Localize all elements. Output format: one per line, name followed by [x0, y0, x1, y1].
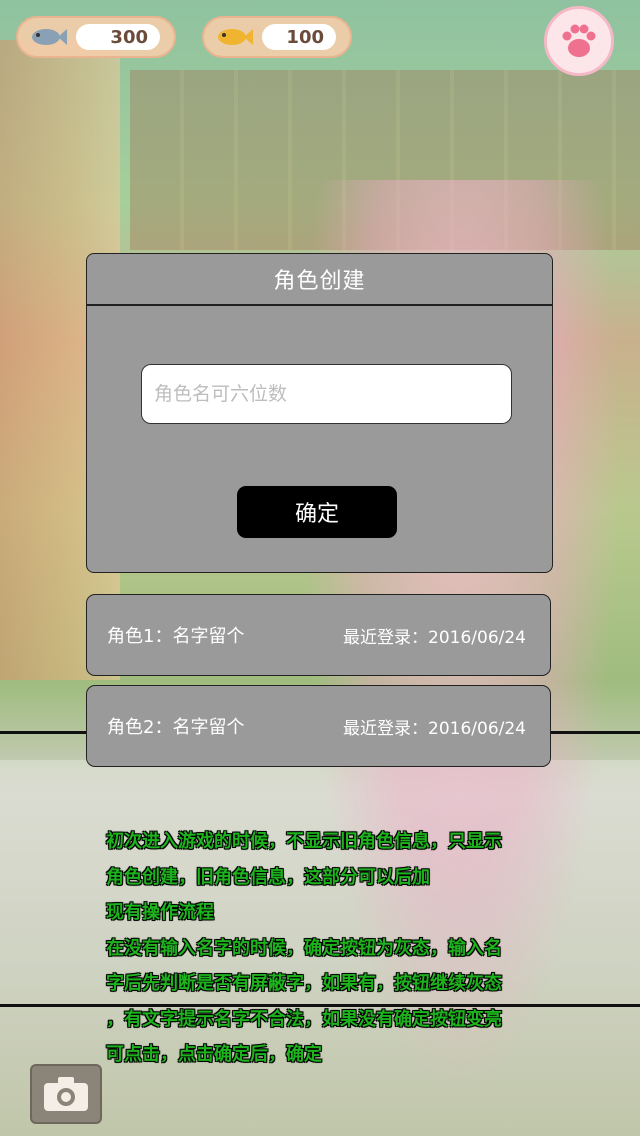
last-login-label: 最近登录：	[343, 627, 429, 648]
character-creation-dialog: 角色创建 确定	[86, 253, 553, 573]
gold-fish-icon	[212, 25, 256, 49]
last-login-label: 最近登录：	[343, 718, 429, 739]
last-login: 最近登录：2016/06/24	[343, 623, 526, 648]
note-line: ，有文字提示名字不合法，如果没有确定按钮变亮	[106, 1008, 502, 1030]
last-login: 最近登录：2016/06/24	[343, 714, 526, 739]
currency-fish-value: 300	[76, 24, 160, 50]
design-notes: 初次进入游戏的时候，不显示旧角色信息，只显示 角色创建，旧角色信息，这部分可以后…	[106, 824, 566, 1073]
fish-icon	[26, 25, 70, 49]
note-line: 字后先判断是否有屏蔽字，如果有，按钮继续灰态	[106, 973, 502, 994]
confirm-button[interactable]: 确定	[237, 486, 397, 538]
note-line: 现有操作流程	[106, 902, 214, 923]
camera-button[interactable]	[30, 1064, 102, 1124]
note-line: 可点击，点击确定后，确定	[106, 1044, 322, 1065]
last-login-date: 2016/06/24	[428, 718, 526, 739]
character-name-input[interactable]	[141, 364, 512, 424]
currency-counter-gold-fish: 100	[202, 16, 352, 58]
note-line: 角色创建，旧角色信息，这部分可以后加	[106, 866, 430, 888]
dialog-title: 角色创建	[87, 254, 552, 306]
paw-menu-button[interactable]	[544, 6, 614, 76]
currency-counter-fish: 300	[16, 16, 176, 58]
currency-gold-fish-value: 100	[262, 24, 336, 50]
note-line: 在没有输入名字的时候，确定按钮为灰态，输入名	[106, 937, 502, 959]
note-line: 初次进入游戏的时候，不显示旧角色信息，只显示	[106, 831, 502, 852]
last-login-date: 2016/06/24	[428, 627, 526, 648]
camera-icon	[44, 1077, 88, 1111]
character-label: 角色2：名字留个	[107, 717, 245, 738]
character-slot-1[interactable]: 角色1：名字留个 最近登录：2016/06/24	[86, 594, 551, 676]
character-label: 角色1：名字留个	[107, 626, 245, 647]
character-slot-2[interactable]: 角色2：名字留个 最近登录：2016/06/24	[86, 685, 551, 767]
paw-icon	[562, 24, 596, 57]
